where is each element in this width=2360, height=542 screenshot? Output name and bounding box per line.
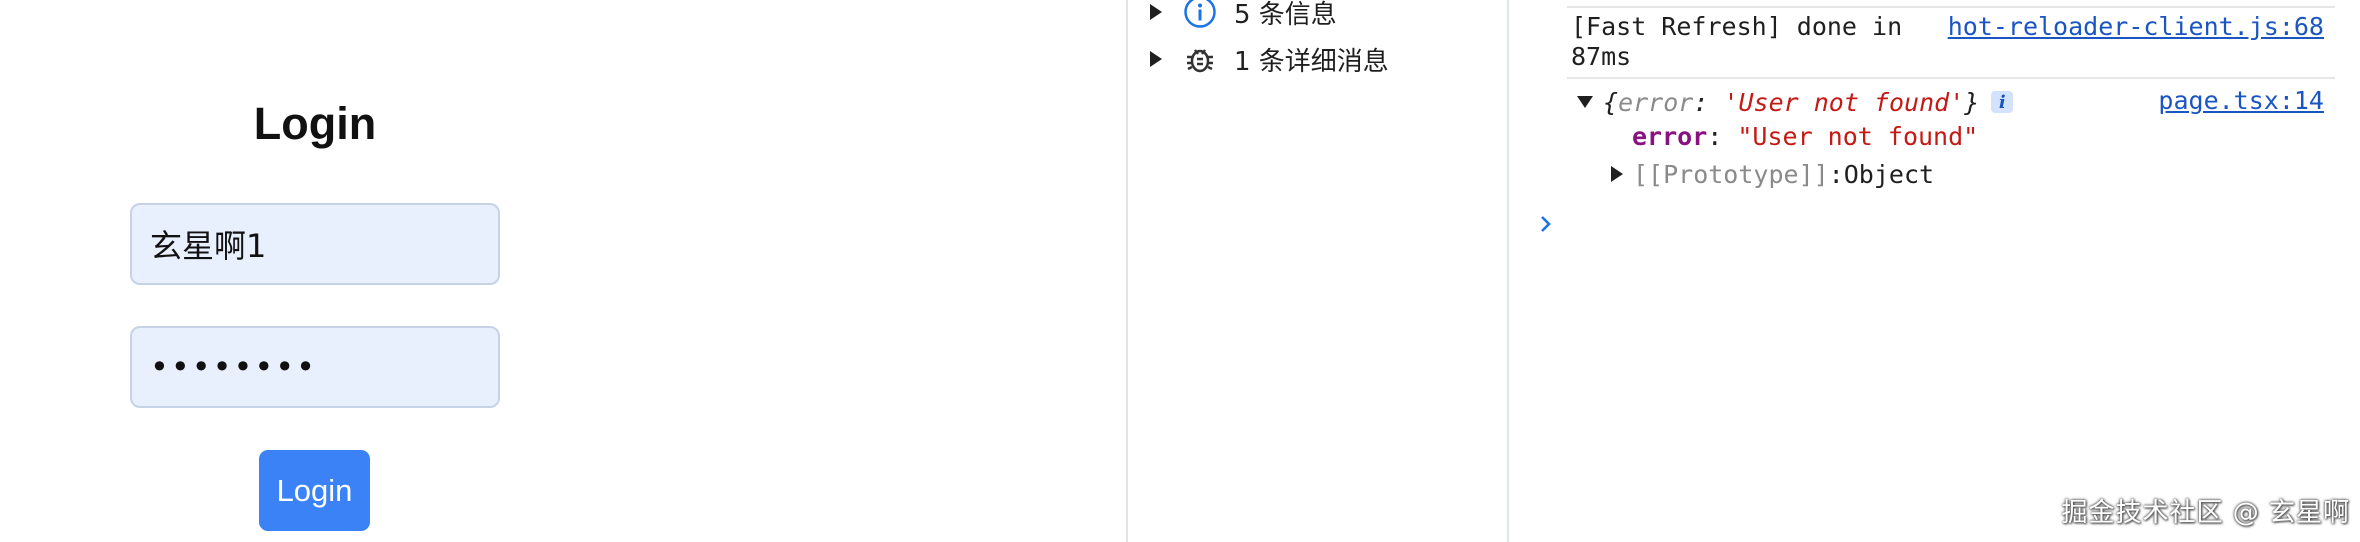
message-divider	[1567, 6, 2335, 8]
sidebar-item-label: 5 条信息	[1234, 0, 1337, 30]
username-input[interactable]	[130, 203, 500, 285]
expand-arrow-icon[interactable]	[1611, 166, 1623, 182]
object-prototype-row[interactable]: [[Prototype]]: Object	[1611, 158, 1934, 190]
collapse-arrow-icon[interactable]	[1577, 96, 1593, 108]
console-message-refresh: [Fast Refresh] done in 87ms	[1571, 12, 1903, 71]
login-button[interactable]: Login	[259, 450, 370, 531]
login-page: Login Login	[0, 0, 1126, 542]
object-preview-row[interactable]: {error: 'User not found'} i	[1577, 86, 2014, 118]
watermark: 掘金技术社区 @ 玄星啊	[2061, 498, 2350, 528]
screenshot-root: Login Login 5 条信息	[0, 0, 2360, 542]
object-preview[interactable]: {error: 'User not found'}	[1603, 88, 1979, 117]
message-divider	[1567, 77, 2335, 79]
source-link-hot-reloader[interactable]: hot-reloader-client.js:68	[1948, 12, 2324, 42]
source-link-page[interactable]: page.tsx:14	[2158, 86, 2324, 116]
expand-arrow-icon[interactable]	[1150, 51, 1162, 67]
expand-arrow-icon[interactable]	[1150, 4, 1162, 20]
console-sidebar: 5 条信息 1 条详细消息	[1128, 0, 1507, 542]
object-property-error: error: "User not found"	[1632, 122, 1979, 151]
sidebar-item-label: 1 条详细消息	[1234, 46, 1389, 77]
password-input[interactable]	[130, 326, 500, 408]
info-badge-icon[interactable]: i	[1991, 91, 2014, 113]
bug-icon	[1182, 41, 1218, 77]
info-icon	[1182, 0, 1218, 30]
sidebar-item-verbose[interactable]: 1 条详细消息	[1150, 39, 1389, 79]
sidebar-item-info[interactable]: 5 条信息	[1150, 0, 1337, 32]
console-prompt-chevron-icon[interactable]	[1537, 208, 1563, 240]
login-title: Login	[253, 98, 377, 149]
console-messages: [Fast Refresh] done in 87ms hot-reloader…	[1509, 0, 2360, 542]
